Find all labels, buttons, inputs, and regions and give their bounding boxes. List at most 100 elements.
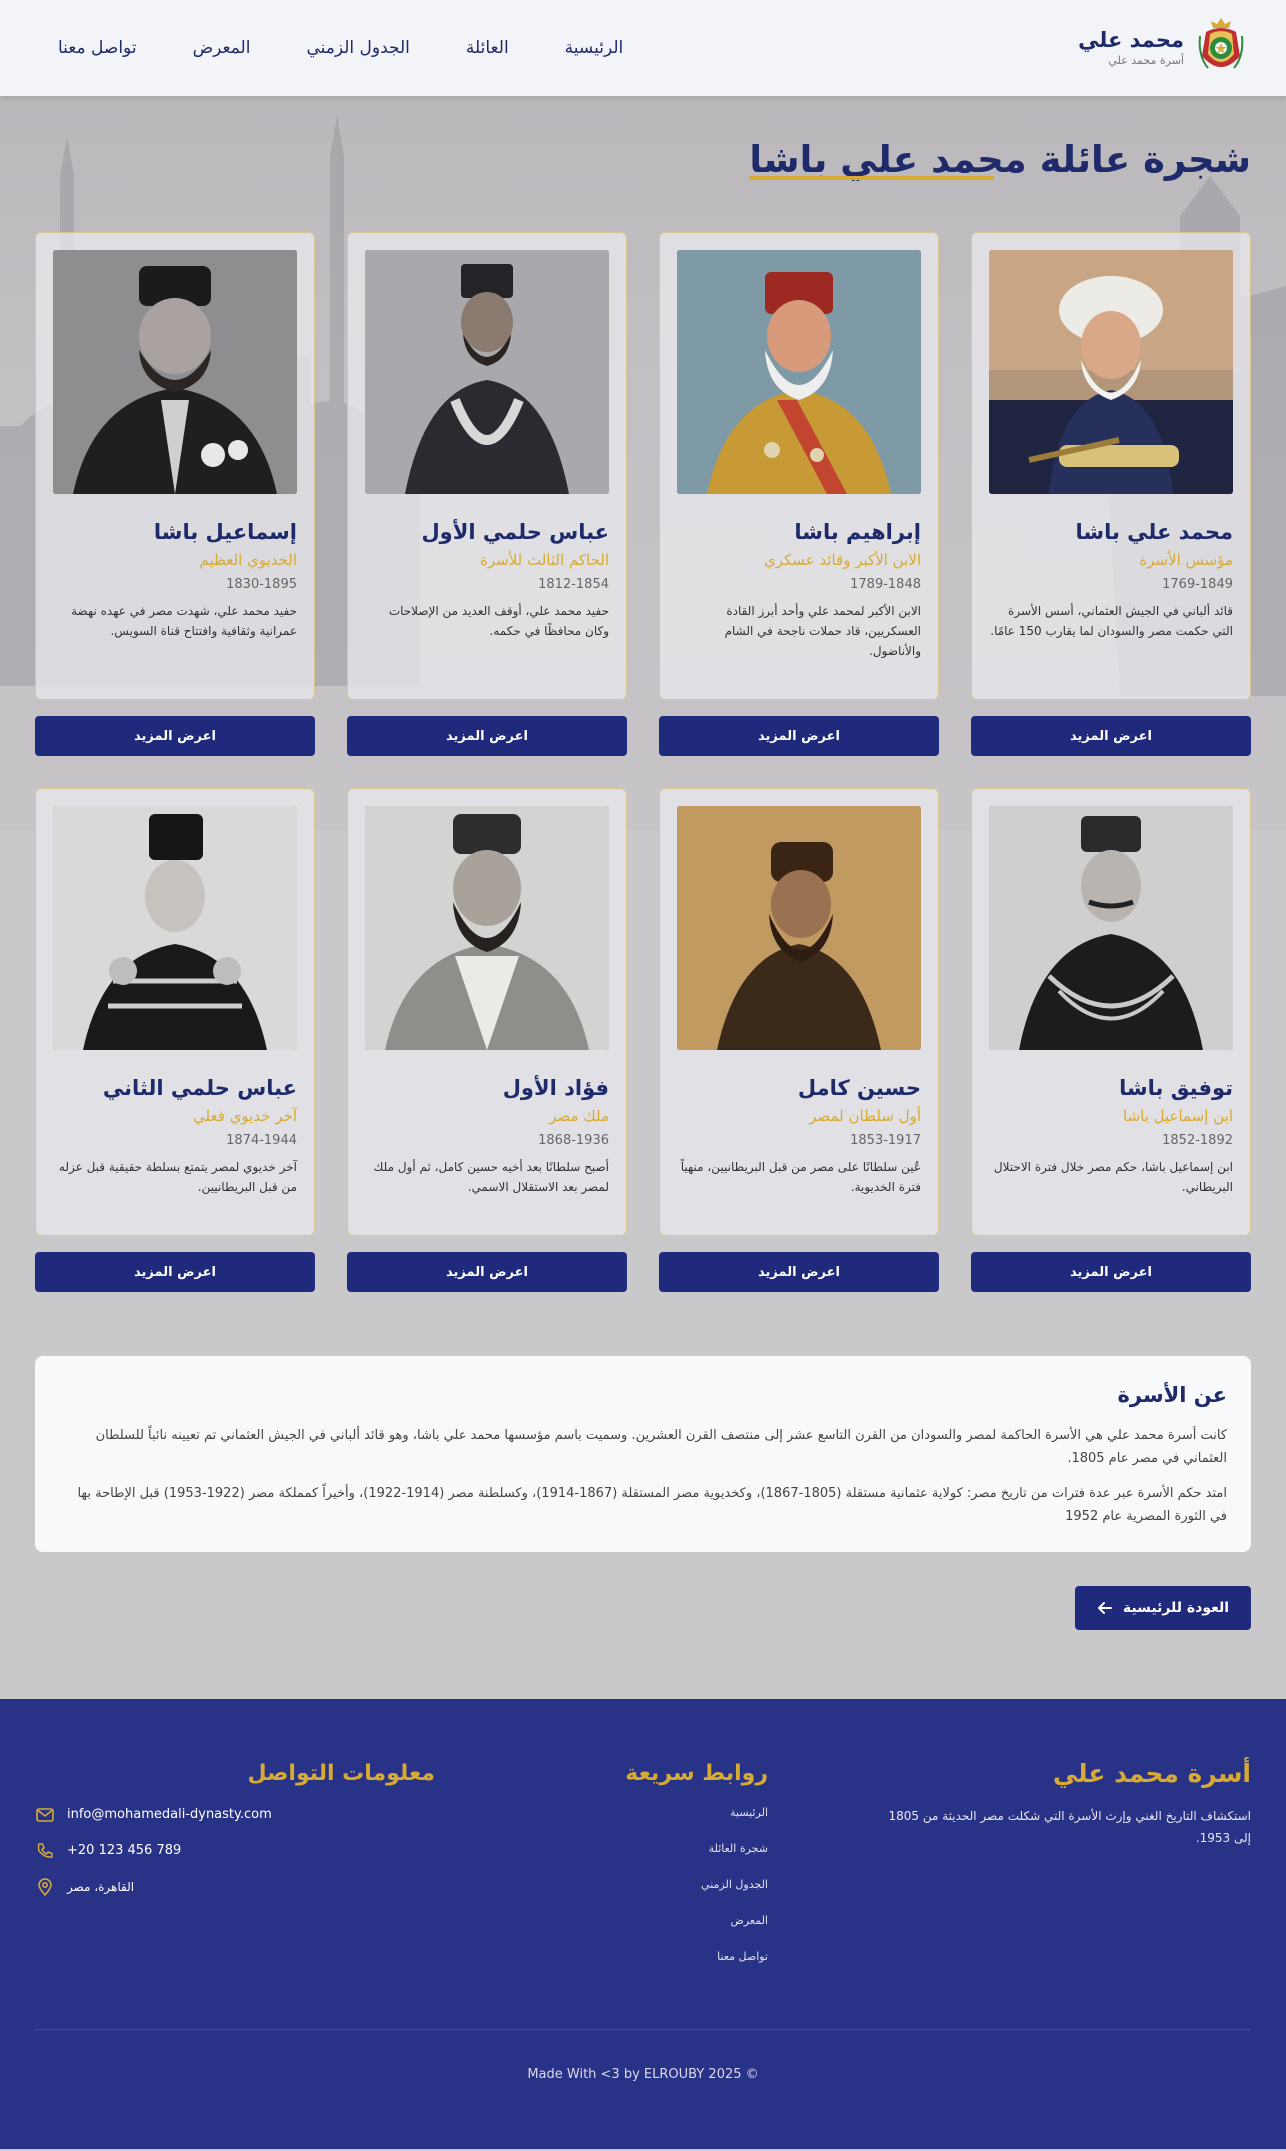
royal-crest-icon — [1198, 18, 1244, 69]
portrait-image — [365, 806, 609, 1050]
about-heading: عن الأسرة — [1117, 1383, 1227, 1407]
member-name: توفيق باشا — [1119, 1076, 1233, 1100]
nav-item-contact[interactable]: تواصل معنا — [58, 38, 137, 58]
member-card: حسين كامل أول سلطان لمصر 1853-1917 عُين … — [659, 788, 939, 1236]
member-card-abbas-i: عباس حلمي الأول الحاكم الثالث للأسرة 181… — [347, 232, 627, 756]
page-title-wrap: شجرة عائلة محمد علي باشا — [35, 138, 1251, 212]
arrow-left-icon — [1097, 1602, 1112, 1614]
footer-contact-info: معلومات التواصل info@mohamedali-dynasty.… — [35, 1759, 435, 1985]
member-title: الابن الأكبر وقائد عسكري — [764, 551, 921, 569]
member-description: عُين سلطانًا على مصر من قبل البريطانيين،… — [680, 1160, 921, 1194]
member-description: حفيد محمد علي، شهدت مصر في عهده نهضة عمر… — [71, 604, 297, 638]
member-card-ibrahim-pasha: إبراهيم باشا الابن الأكبر وقائد عسكري 17… — [659, 232, 939, 756]
portrait-image — [365, 250, 609, 494]
family-grid-row-2: توفيق باشا ابن إسماعيل باشا 1852-1892 اب… — [35, 788, 1251, 1292]
portrait-image — [677, 806, 921, 1050]
member-card-abbas-ii: عباس حلمي الثاني آخر خديوي فعلي 1874-194… — [35, 788, 315, 1292]
member-years: 1769-1849 — [1162, 577, 1233, 592]
contact-phone-text: +20 123 456 789 — [67, 1843, 182, 1858]
member-years: 1830-1895 — [226, 577, 297, 592]
about-paragraph-2: امتد حكم الأسرة عبر عدة فترات من تاريخ م… — [77, 1486, 1227, 1524]
member-card: إسماعيل باشا الخديوي العظيم 1830-1895 حف… — [35, 232, 315, 700]
title-underline — [749, 176, 995, 180]
member-card-muhammad-ali: محمد علي باشا مؤسس الأسرة 1769-1849 قائد… — [971, 232, 1251, 756]
member-card: فؤاد الأول ملك مصر 1868-1936 أصبح سلطانً… — [347, 788, 627, 1236]
member-description: قائد ألباني في الجيش العثماني، أسس الأسر… — [990, 604, 1233, 638]
main-content: شجرة عائلة محمد علي باشا محمد علي باشا م… — [0, 96, 1286, 1630]
show-more-button[interactable]: اعرض المزيد — [347, 1252, 627, 1292]
member-name: عباس حلمي الأول — [421, 520, 609, 544]
show-more-button[interactable]: اعرض المزيد — [347, 716, 627, 756]
about-dynasty-section: عن الأسرة كانت أسرة محمد علي هي الأسرة ا… — [35, 1356, 1251, 1552]
nav-item-family[interactable]: العائلة — [466, 38, 509, 58]
contact-email[interactable]: info@mohamedali-dynasty.com — [35, 1805, 435, 1825]
brand-name: محمد علي — [1078, 28, 1184, 52]
back-to-home-button[interactable]: العودة للرئيسية — [1075, 1586, 1251, 1630]
portrait-image — [53, 806, 297, 1050]
map-pin-icon — [38, 1878, 52, 1897]
about-paragraph-1: كانت أسرة محمد علي هي الأسرة الحاكمة لمص… — [95, 1428, 1227, 1466]
member-card: إبراهيم باشا الابن الأكبر وقائد عسكري 17… — [659, 232, 939, 700]
show-more-button[interactable]: اعرض المزيد — [659, 1252, 939, 1292]
member-title: مؤسس الأسرة — [1139, 551, 1233, 569]
show-more-button[interactable]: اعرض المزيد — [35, 716, 315, 756]
portrait-image — [53, 250, 297, 494]
copyright: Made With <3 by ELROUBY 2025 © — [527, 2067, 759, 2082]
member-description: ابن إسماعيل باشا، حكم مصر خلال فترة الاح… — [993, 1160, 1233, 1194]
footer-link-timeline[interactable]: الجدول الزمني — [518, 1877, 768, 1893]
member-description: أصبح سلطانًا بعد أخيه حسين كامل، ثم أول … — [373, 1160, 610, 1194]
page-title: شجرة عائلة محمد علي باشا — [749, 138, 1251, 182]
member-title: الحاكم الثالث للأسرة — [479, 551, 609, 569]
member-card-fuad-i: فؤاد الأول ملك مصر 1868-1936 أصبح سلطانً… — [347, 788, 627, 1292]
member-card-hussein-kamel: حسين كامل أول سلطان لمصر 1853-1917 عُين … — [659, 788, 939, 1292]
show-more-button[interactable]: اعرض المزيد — [971, 1252, 1251, 1292]
footer-about: أسرة محمد علي استكشاف التاريخ الغني وإرث… — [871, 1759, 1251, 1985]
footer-link-home[interactable]: الرئيسية — [518, 1805, 768, 1821]
footer-links-heading: روابط سريعة — [625, 1761, 768, 1786]
member-name: إسماعيل باشا — [153, 520, 297, 544]
member-card: عباس حلمي الثاني آخر خديوي فعلي 1874-194… — [35, 788, 315, 1236]
show-more-button[interactable]: اعرض المزيد — [971, 716, 1251, 756]
footer-contact-heading: معلومات التواصل — [247, 1761, 435, 1786]
brand-subtitle: أسرة محمد علي — [1108, 54, 1184, 67]
member-name: إبراهيم باشا — [794, 520, 921, 544]
member-years: 1852-1892 — [1162, 1133, 1233, 1148]
member-card: توفيق باشا ابن إسماعيل باشا 1852-1892 اب… — [971, 788, 1251, 1236]
nav-item-timeline[interactable]: الجدول الزمني — [306, 38, 409, 58]
footer-quick-links: روابط سريعة الرئيسية شجرة العائلة الجدول… — [518, 1759, 768, 1985]
member-name: عباس حلمي الثاني — [102, 1076, 297, 1100]
contact-address-text: القاهرة، مصر — [67, 1880, 135, 1894]
show-more-button[interactable]: اعرض المزيد — [659, 716, 939, 756]
footer-link-family-tree[interactable]: شجرة العائلة — [518, 1841, 768, 1857]
main-nav: الرئيسية العائلة الجدول الزمني المعرض تو… — [58, 38, 623, 58]
site-footer: أسرة محمد علي استكشاف التاريخ الغني وإرث… — [0, 1699, 1286, 2149]
footer-divider — [35, 2029, 1251, 2030]
member-title: ابن إسماعيل باشا — [1123, 1107, 1233, 1125]
brand[interactable]: محمد علي أسرة محمد علي — [1078, 16, 1246, 80]
family-grid-row-1: محمد علي باشا مؤسس الأسرة 1769-1849 قائد… — [35, 232, 1251, 756]
footer-about-text: استكشاف التاريخ الغني وإرث الأسرة التي ش… — [888, 1809, 1251, 1845]
member-title: أول سلطان لمصر — [809, 1107, 921, 1125]
member-title: آخر خديوي فعلي — [193, 1107, 297, 1125]
member-description: حفيد محمد علي، أوقف العديد من الإصلاحات … — [388, 604, 609, 638]
member-name: فؤاد الأول — [502, 1076, 609, 1100]
back-button-wrap: العودة للرئيسية — [35, 1586, 1251, 1630]
show-more-button[interactable]: اعرض المزيد — [35, 1252, 315, 1292]
nav-item-gallery[interactable]: المعرض — [193, 38, 251, 58]
member-description: الابن الأكبر لمحمد علي وأحد أبرز القادة … — [724, 604, 921, 658]
member-name: حسين كامل — [797, 1076, 921, 1100]
footer-link-contact[interactable]: تواصل معنا — [518, 1949, 768, 1965]
footer-link-gallery[interactable]: المعرض — [518, 1913, 768, 1929]
member-card-ismail-pasha: إسماعيل باشا الخديوي العظيم 1830-1895 حف… — [35, 232, 315, 756]
member-years: 1789-1848 — [850, 577, 921, 592]
member-title: ملك مصر — [549, 1107, 609, 1125]
page-title-text: شجرة عائلة محمد علي باشا — [749, 138, 1251, 181]
contact-address: القاهرة، مصر — [35, 1877, 435, 1897]
member-card-tawfiq-pasha: توفيق باشا ابن إسماعيل باشا 1852-1892 اب… — [971, 788, 1251, 1292]
member-years: 1868-1936 — [538, 1133, 609, 1148]
contact-phone[interactable]: +20 123 456 789 — [35, 1841, 435, 1861]
portrait-image — [989, 250, 1233, 494]
member-description: آخر خديوي لمصر يتمتع بسلطة حقيقية قبل عز… — [58, 1160, 297, 1194]
nav-item-home[interactable]: الرئيسية — [565, 38, 624, 58]
member-card: عباس حلمي الأول الحاكم الثالث للأسرة 181… — [347, 232, 627, 700]
